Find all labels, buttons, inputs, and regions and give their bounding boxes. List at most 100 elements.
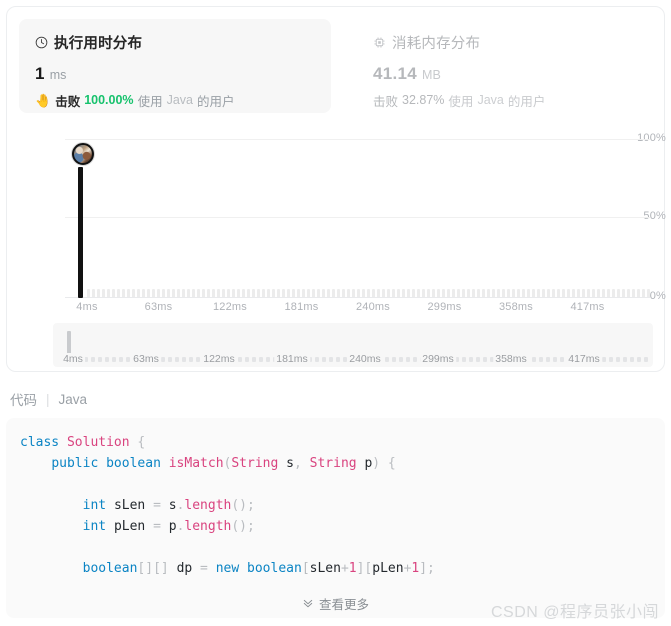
baseline-tick: [192, 289, 195, 297]
memory-beat-language: Java: [477, 93, 504, 107]
baseline-tick: [587, 289, 590, 297]
baseline-tick: [507, 289, 510, 297]
baseline-tick: [112, 289, 115, 297]
baseline-tick: [217, 289, 220, 297]
raised-hand-emoji: 🤚: [35, 92, 52, 108]
chart-minimap-scrollbar[interactable]: 4ms 63ms 122ms 181ms 240ms 299ms 358ms 417ms: [53, 323, 653, 367]
baseline-tick: [647, 289, 650, 297]
memory-beat-percent: 32.87%: [402, 93, 445, 107]
baseline-tick: [307, 289, 310, 297]
baseline-tick: [347, 289, 350, 297]
baseline-tick: [247, 289, 250, 297]
baseline-tick: [127, 289, 130, 297]
baseline-tick: [612, 289, 615, 297]
baseline-tick: [602, 289, 605, 297]
baseline-tick: [397, 289, 400, 297]
minimap-label: 4ms: [61, 353, 85, 365]
submission-result-page: 执行用时分布 1 ms 🤚 击败 100.00% 使用 Java 的用户 消耗内…: [0, 0, 671, 626]
baseline-tick: [322, 289, 325, 297]
baseline-tick: [632, 289, 635, 297]
baseline-tick: [207, 289, 210, 297]
baseline-tick: [342, 289, 345, 297]
runtime-header: 执行用时分布: [35, 33, 315, 52]
x-axis-tick: 299ms: [427, 301, 462, 313]
user-avatar-marker[interactable]: [72, 143, 94, 165]
chevron-double-down-icon: [302, 597, 314, 609]
baseline-tick: [387, 289, 390, 297]
memory-title: 消耗内存分布: [392, 35, 481, 52]
runtime-stat-panel[interactable]: 执行用时分布 1 ms 🤚 击败 100.00% 使用 Java 的用户: [19, 19, 331, 113]
runtime-title: 执行用时分布: [54, 35, 143, 52]
runtime-beat-language: Java: [166, 93, 193, 107]
baseline-tick: [147, 289, 150, 297]
code-language[interactable]: Java: [59, 392, 88, 407]
x-axis-tick: 181ms: [284, 301, 319, 313]
baseline-tick: [187, 289, 190, 297]
baseline-tick: [177, 289, 180, 297]
x-axis-tick: 240ms: [355, 301, 391, 313]
code-block[interactable]: class Solution { public boolean isMatch(…: [6, 418, 665, 618]
baseline-tick: [332, 289, 335, 297]
code-line: class Solution {: [20, 435, 146, 450]
runtime-value-row: 1 ms: [35, 64, 315, 84]
baseline-tick: [552, 289, 555, 297]
baseline-tick: [277, 289, 280, 297]
memory-beat-row: 击败 32.87% 使用 Java 的用户: [373, 91, 641, 109]
baseline-tick: [482, 289, 485, 297]
baseline-tick: [197, 289, 200, 297]
baseline-tick: [252, 289, 255, 297]
baseline-tick: [317, 289, 320, 297]
summary-row: 执行用时分布 1 ms 🤚 击败 100.00% 使用 Java 的用户 消耗内…: [7, 7, 664, 113]
baseline-tick: [162, 289, 165, 297]
baseline-tick: [592, 289, 595, 297]
stats-card: 执行用时分布 1 ms 🤚 击败 100.00% 使用 Java 的用户 消耗内…: [6, 6, 666, 372]
baseline-tick: [167, 289, 170, 297]
baseline-tick: [472, 289, 475, 297]
chart-bar-4ms[interactable]: [78, 167, 83, 298]
distribution-chart[interactable]: 100% 50% 0% 4ms 63ms 122ms 181ms 240ms 299ms 3…: [7, 113, 666, 313]
baseline-tick: [492, 289, 495, 297]
baseline-tick: [547, 289, 550, 297]
baseline-tick: [287, 289, 290, 297]
baseline-tick: [412, 289, 415, 297]
runtime-beat-tail: 使用: [137, 94, 163, 109]
memory-beat-word: 击败: [373, 94, 399, 109]
baseline-tick: [497, 289, 500, 297]
baseline-tick: [152, 289, 155, 297]
baseline-tick: [237, 289, 240, 297]
baseline-tick: [372, 289, 375, 297]
minimap-label: 122ms: [201, 353, 237, 365]
baseline-tick: [557, 289, 560, 297]
x-axis-tick: 417ms: [570, 301, 605, 313]
memory-header: 消耗内存分布: [373, 33, 641, 52]
code-separator: |: [46, 391, 50, 407]
baseline-tick: [202, 289, 205, 297]
baseline-tick: [467, 289, 470, 297]
baseline-tick: [337, 289, 340, 297]
x-axis-tick: 122ms: [212, 301, 248, 313]
baseline-tick: [502, 289, 505, 297]
chart-plot-area[interactable]: [65, 133, 650, 298]
baseline-tick: [622, 289, 625, 297]
baseline-tick: [642, 289, 645, 297]
baseline-tick: [312, 289, 315, 297]
baseline-tick: [402, 289, 405, 297]
baseline-tick: [537, 289, 540, 297]
baseline-tick: [407, 289, 410, 297]
baseline-tick: [87, 289, 90, 297]
baseline-tick: [487, 289, 490, 297]
x-axis-tick: 63ms: [144, 301, 173, 313]
baseline-tick: [627, 289, 630, 297]
baseline-tick: [242, 289, 245, 297]
runtime-beat-word: 击败: [55, 94, 81, 109]
baseline-tick: [567, 289, 570, 297]
minimap-label: 299ms: [420, 353, 456, 365]
baseline-tick: [102, 289, 105, 297]
baseline-tick: [262, 289, 265, 297]
memory-stat-panel[interactable]: 消耗内存分布 41.14 MB 击败 32.87% 使用 Java 的用户: [357, 19, 657, 113]
runtime-unit: ms: [49, 68, 67, 82]
baseline-tick: [392, 289, 395, 297]
baseline-tick: [542, 289, 545, 297]
